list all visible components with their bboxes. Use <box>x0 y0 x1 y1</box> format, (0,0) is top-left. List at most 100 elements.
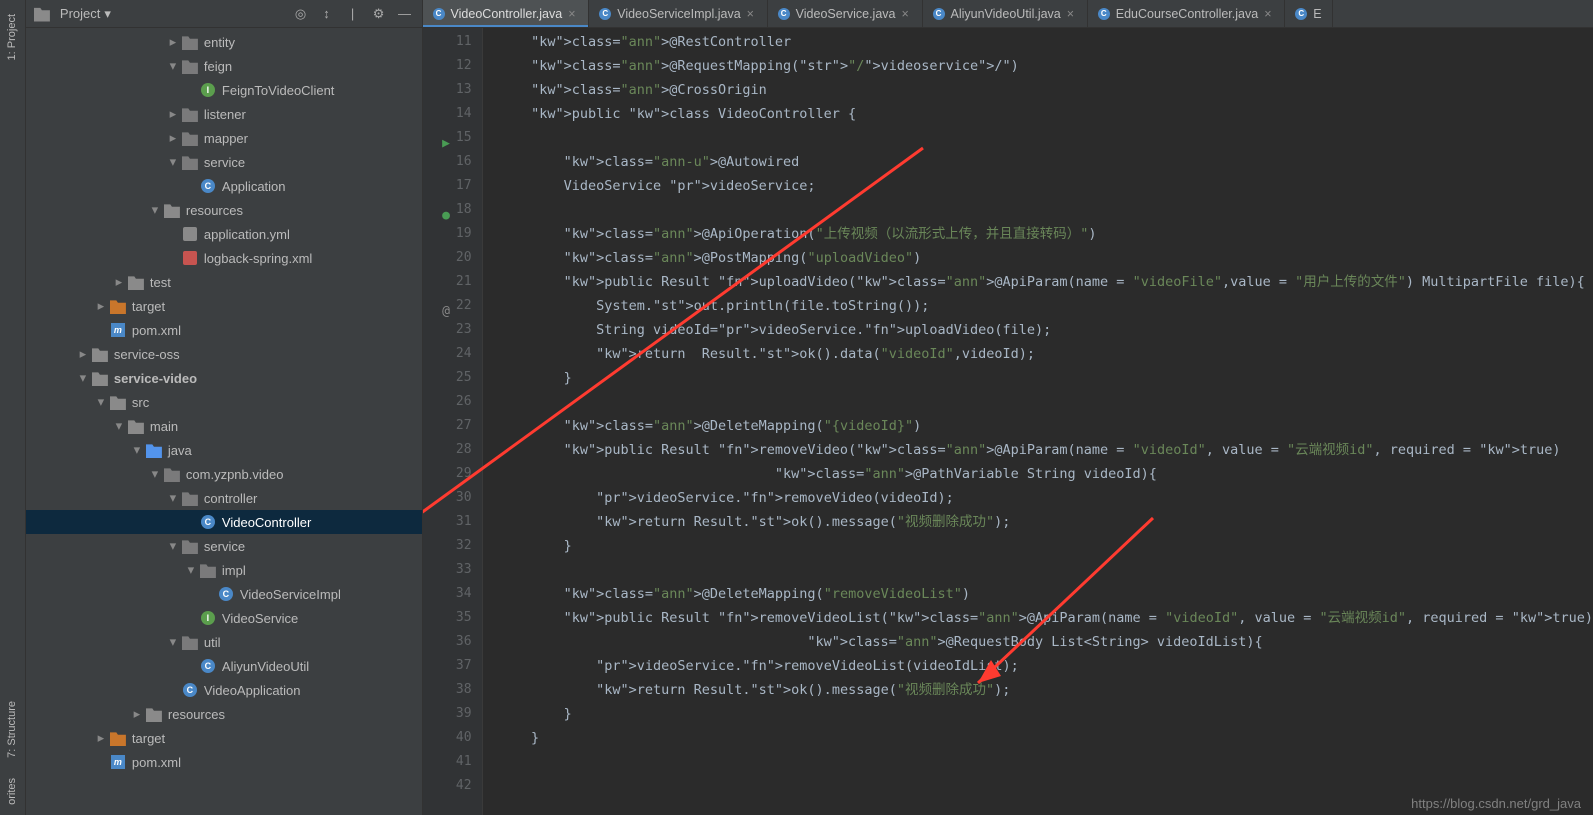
editor-area: CVideoController.java×CVideoServiceImpl.… <box>423 0 1593 815</box>
tree-node[interactable]: IFeignToVideoClient <box>26 78 422 102</box>
editor-tab[interactable]: CVideoController.java× <box>423 0 590 27</box>
tree-twisty-icon[interactable]: ▾ <box>166 491 180 505</box>
editor-tab[interactable]: CEduCourseController.java× <box>1088 0 1285 27</box>
tree-twisty-icon[interactable]: ▾ <box>130 443 144 457</box>
tree-twisty-icon[interactable]: ▸ <box>166 131 180 145</box>
tree-node[interactable]: ▾service-video <box>26 366 422 390</box>
tree-node[interactable]: ▾feign <box>26 54 422 78</box>
tree-node[interactable]: CVideoServiceImpl <box>26 582 422 606</box>
tree-label: pom.xml <box>132 323 181 338</box>
tree-node[interactable]: IVideoService <box>26 606 422 630</box>
tab-label: VideoServiceImpl.java <box>617 7 740 21</box>
tree-node[interactable]: ▸service-oss <box>26 342 422 366</box>
tree-twisty-icon <box>184 659 198 673</box>
tree-node[interactable]: mpom.xml <box>26 750 422 774</box>
rail-favorites[interactable]: orites <box>6 768 18 815</box>
mapping-gutter-icon[interactable]: @ <box>438 300 450 312</box>
tree-twisty-icon[interactable]: ▾ <box>166 635 180 649</box>
tree-node[interactable]: CVideoApplication <box>26 678 422 702</box>
tree-twisty-icon <box>184 611 198 625</box>
gutter: 11121314▶151617●18192021@222324252627282… <box>423 28 483 815</box>
expand-icon[interactable]: ↕ <box>318 5 336 23</box>
line-number: 35 <box>456 606 472 630</box>
tree-twisty-icon[interactable]: ▾ <box>166 155 180 169</box>
tree-node[interactable]: application.yml <box>26 222 422 246</box>
tree-node[interactable]: ▾src <box>26 390 422 414</box>
tree-twisty-icon[interactable]: ▸ <box>94 299 108 313</box>
close-tab-icon[interactable]: × <box>568 7 578 21</box>
tree-twisty-icon[interactable]: ▸ <box>112 275 126 289</box>
tree-twisty-icon[interactable]: ▾ <box>94 395 108 409</box>
editor-tab[interactable]: CE <box>1285 0 1332 27</box>
run-gutter-icon[interactable]: ▶ <box>438 132 450 144</box>
rail-project[interactable]: 1: Project <box>6 4 18 70</box>
tree-node[interactable]: ▸target <box>26 726 422 750</box>
tree-twisty-icon[interactable]: ▾ <box>166 539 180 553</box>
tree-twisty-icon[interactable]: ▾ <box>148 467 162 481</box>
tree-node[interactable]: ▾java <box>26 438 422 462</box>
tree-node[interactable]: ▾service <box>26 534 422 558</box>
package-icon <box>182 538 198 554</box>
project-tree[interactable]: ▸ entity ▾feignIFeignToVideoClient▸listene… <box>26 28 422 815</box>
code-editor[interactable]: 11121314▶151617●18192021@222324252627282… <box>423 28 1593 815</box>
tree-node[interactable]: ▸test <box>26 270 422 294</box>
editor-tab[interactable]: CAliyunVideoUtil.java× <box>923 0 1088 27</box>
line-number: 18 <box>456 198 472 222</box>
close-tab-icon[interactable]: × <box>747 7 757 21</box>
tree-twisty-icon <box>184 515 198 529</box>
tree-node[interactable]: CApplication <box>26 174 422 198</box>
tree-node[interactable]: ▾impl <box>26 558 422 582</box>
tree-twisty-icon[interactable]: ▸ <box>76 347 90 361</box>
target-folder-icon <box>110 730 126 746</box>
close-tab-icon[interactable]: × <box>1264 7 1274 21</box>
line-number: 24 <box>456 342 472 366</box>
tree-node[interactable]: ▸target <box>26 294 422 318</box>
line-number: 15 <box>456 126 472 150</box>
editor-tab[interactable]: CVideoServiceImpl.java× <box>589 0 767 27</box>
code-content[interactable]: "kw">class="ann">@RestController "kw">cl… <box>483 28 1593 815</box>
tree-twisty-icon[interactable]: ▾ <box>76 371 90 385</box>
tree-node[interactable]: CAliyunVideoUtil <box>26 654 422 678</box>
close-tab-icon[interactable]: × <box>1067 7 1077 21</box>
tab-label: VideoController.java <box>451 7 563 21</box>
close-tab-icon[interactable]: × <box>902 7 912 21</box>
tree-node[interactable]: ▸ entity <box>26 30 422 54</box>
gear-icon[interactable]: ⚙ <box>370 5 388 23</box>
tree-node[interactable]: ▸listener <box>26 102 422 126</box>
tree-node[interactable]: ▾controller <box>26 486 422 510</box>
tree-node[interactable]: ▸resources <box>26 702 422 726</box>
tree-twisty-icon[interactable]: ▸ <box>166 107 180 121</box>
tree-twisty-icon <box>184 179 198 193</box>
tree-twisty-icon[interactable]: ▸ <box>94 731 108 745</box>
locate-icon[interactable]: ◎ <box>292 5 310 23</box>
tree-twisty-icon[interactable]: ▾ <box>166 59 180 73</box>
line-number: 37 <box>456 654 472 678</box>
tree-node[interactable]: mpom.xml <box>26 318 422 342</box>
tree-twisty-icon[interactable]: ▸ <box>166 35 180 49</box>
tree-node[interactable]: ▾resources <box>26 198 422 222</box>
tree-label: VideoServiceImpl <box>240 587 341 602</box>
hide-icon[interactable]: — <box>396 5 414 23</box>
tree-twisty-icon[interactable]: ▾ <box>184 563 198 577</box>
tree-node[interactable]: CVideoController <box>26 510 422 534</box>
tree-node[interactable]: ▾service <box>26 150 422 174</box>
project-view-selector[interactable]: Project ▾ <box>34 6 111 22</box>
tree-node[interactable]: logback-spring.xml <box>26 246 422 270</box>
editor-tab[interactable]: CVideoService.java× <box>768 0 923 27</box>
folder-icon <box>92 346 108 362</box>
bean-gutter-icon[interactable]: ● <box>438 204 450 216</box>
tree-twisty-icon <box>94 755 108 769</box>
tree-twisty-icon[interactable]: ▸ <box>130 707 144 721</box>
folder-icon <box>146 706 162 722</box>
class-icon: C <box>1098 8 1110 20</box>
tree-twisty-icon[interactable]: ▾ <box>112 419 126 433</box>
line-number: 17 <box>456 174 472 198</box>
tree-label: entity <box>204 35 235 50</box>
tree-node[interactable]: ▾com.yzpnb.video <box>26 462 422 486</box>
tree-node[interactable]: ▾main <box>26 414 422 438</box>
rail-structure[interactable]: 7: Structure <box>6 691 18 768</box>
xml-icon <box>183 251 197 265</box>
tree-node[interactable]: ▾util <box>26 630 422 654</box>
tree-twisty-icon[interactable]: ▾ <box>148 203 162 217</box>
tree-node[interactable]: ▸mapper <box>26 126 422 150</box>
